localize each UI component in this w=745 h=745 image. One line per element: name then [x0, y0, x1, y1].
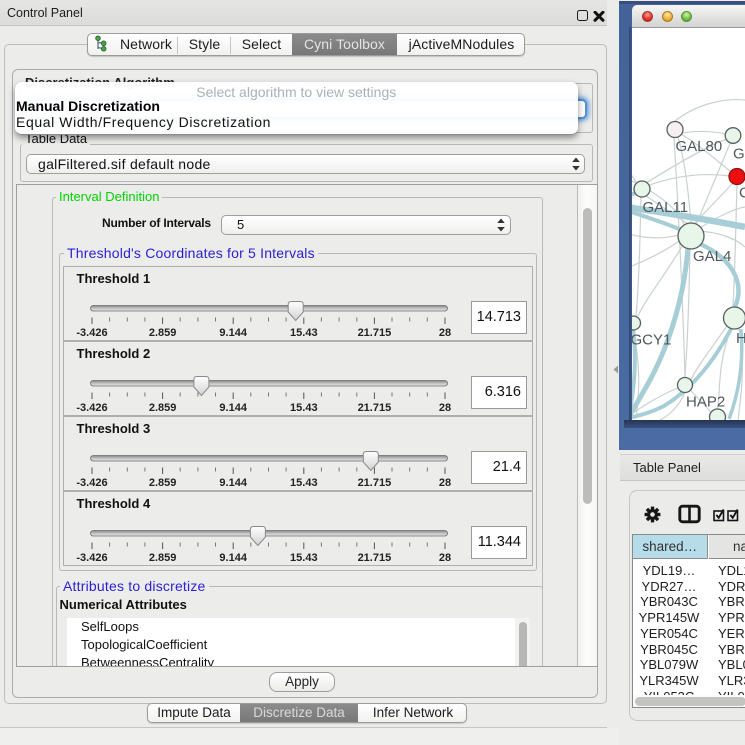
svg-text:2.859: 2.859	[148, 327, 176, 339]
svg-text:2.859: 2.859	[148, 552, 176, 564]
svg-text:-3.426: -3.426	[76, 327, 107, 339]
svg-text:-3.426: -3.426	[76, 552, 107, 564]
svg-text:28: 28	[438, 402, 450, 414]
svg-text:GAL4: GAL4	[693, 248, 731, 265]
svg-text:21.715: 21.715	[357, 552, 391, 564]
svg-text:21.715: 21.715	[357, 402, 391, 414]
svg-text:28: 28	[438, 327, 450, 339]
svg-text:9.144: 9.144	[219, 552, 247, 564]
svg-text:15.43: 15.43	[290, 477, 318, 489]
svg-text:GCY1: GCY1	[632, 332, 671, 349]
svg-text:GAL11: GAL11	[643, 199, 689, 216]
svg-text:9.144: 9.144	[219, 327, 247, 339]
svg-text:15.43: 15.43	[290, 552, 318, 564]
svg-text:15.43: 15.43	[290, 327, 318, 339]
svg-text:HAP2: HAP2	[686, 394, 725, 411]
svg-text:G.: G.	[733, 146, 745, 163]
svg-text:9.144: 9.144	[219, 402, 247, 414]
svg-text:15.43: 15.43	[290, 402, 318, 414]
svg-text:-3.426: -3.426	[76, 402, 107, 414]
svg-text:21.715: 21.715	[357, 327, 391, 339]
svg-text:C: C	[739, 185, 745, 202]
svg-text:28: 28	[438, 552, 450, 564]
svg-text:21.715: 21.715	[357, 477, 391, 489]
svg-text:-3.426: -3.426	[76, 477, 107, 489]
svg-text:2.859: 2.859	[148, 477, 176, 489]
svg-text:GAL80: GAL80	[676, 138, 723, 155]
svg-text:2.859: 2.859	[148, 402, 176, 414]
svg-text:28: 28	[438, 477, 450, 489]
svg-text:H: H	[736, 330, 745, 347]
svg-text:9.144: 9.144	[219, 477, 247, 489]
